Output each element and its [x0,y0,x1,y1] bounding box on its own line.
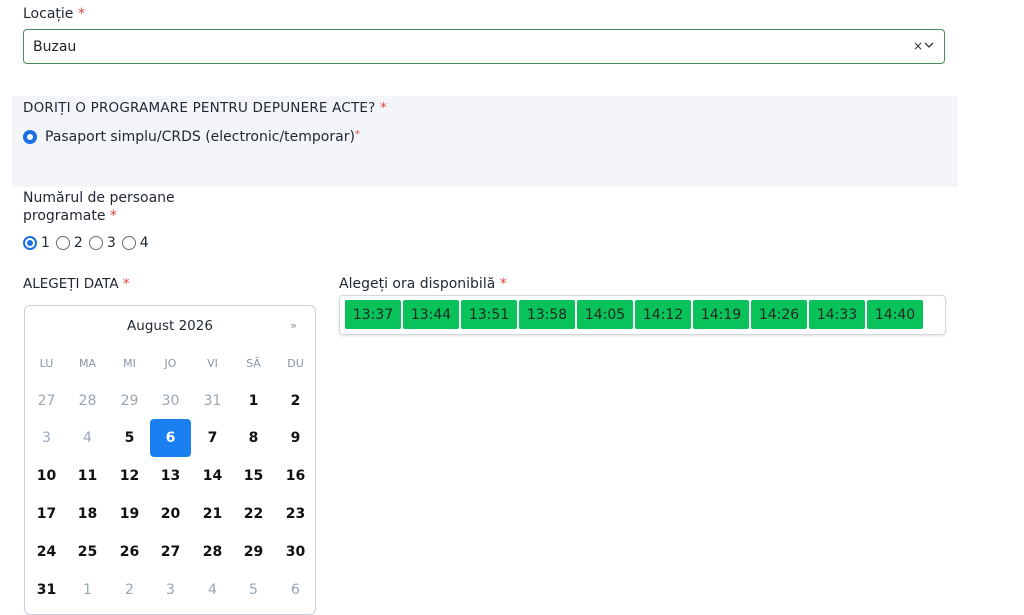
calendar-day[interactable]: 13 [150,457,191,495]
calendar-day[interactable]: 9 [275,419,316,457]
weekday-header: SĂ [246,356,261,370]
calendar-day: 3 [166,582,175,598]
time-slot-button[interactable]: 14:40 [867,300,923,329]
calendar-day[interactable]: 26 [109,533,150,571]
calendar-day[interactable]: 2 [275,382,316,420]
required-mark: * [380,100,387,116]
persons-option-label: 3 [106,235,116,251]
calendar-day: 5 [249,582,258,598]
calendar-day[interactable]: 24 [26,533,67,571]
persons-option-label: 2 [73,235,83,251]
calendar-day: 28 [78,393,97,409]
date-picker-calendar: August 2026 » LU MA MI JO VI SĂ DU 27 28 29 30 31 1 2… [24,305,316,615]
calendar-day[interactable]: 29 [233,533,274,571]
persons-radio-3[interactable] [88,236,103,250]
time-slot-button[interactable]: 14:19 [693,300,749,329]
appointment-type-question-text: DORIȚI O PROGRAMARE PENTRU DEPUNERE ACTE… [23,100,376,116]
time-slot-button[interactable]: 14:12 [635,300,691,329]
weekday-header: DU [287,356,304,370]
clear-icon[interactable]: × [913,39,923,53]
calendar-day: 3 [42,430,51,446]
required-mark: * [122,276,130,292]
calendar-day[interactable]: 11 [67,457,108,495]
calendar-day[interactable]: 28 [192,533,233,571]
calendar-day: 27 [37,393,56,409]
radio-selected-icon[interactable] [23,130,37,144]
calendar-day[interactable]: 21 [192,495,233,533]
weekday-header: MA [78,356,96,370]
required-mark: * [109,208,117,224]
date-label: ALEGEȚI DATA * [23,276,130,292]
calendar-day[interactable]: 18 [67,495,108,533]
time-slot-button[interactable]: 14:26 [751,300,807,329]
persons-radio-group: 1 2 3 4 [23,235,151,251]
calendar-day: 30 [161,393,180,409]
required-mark: * [354,129,360,140]
calendar-day: 1 [83,582,92,598]
calendar-day[interactable]: 10 [26,457,67,495]
calendar-day[interactable]: 17 [26,495,67,533]
calendar-day[interactable]: 22 [233,495,274,533]
persons-radio-1[interactable] [23,236,37,250]
appointment-type-question: DORIȚI O PROGRAMARE PENTRU DEPUNERE ACTE… [23,100,387,116]
time-slot-button[interactable]: 14:05 [577,300,633,329]
time-label: Alegeți ora disponibilă * [339,276,507,292]
calendar-day-selected[interactable]: 6 [150,419,191,457]
persons-option-label: 4 [139,235,149,251]
calendar-day[interactable]: 16 [275,457,316,495]
location-value: Buzau [33,39,77,55]
required-mark: * [499,276,507,292]
next-month-icon[interactable]: » [290,319,297,332]
location-select[interactable]: Buzau × [23,29,945,64]
persons-radio-2[interactable] [55,236,70,250]
calendar-day: 31 [203,393,222,409]
calendar-day: 6 [291,582,300,598]
calendar-day: 29 [120,393,139,409]
required-mark: * [77,6,85,22]
weekday-header: VI [207,356,218,370]
calendar-day[interactable]: 1 [233,382,274,420]
persons-label-line1: Numărul de persoane [23,190,175,206]
calendar-day[interactable]: 12 [109,457,150,495]
calendar-day[interactable]: 8 [233,419,274,457]
calendar-day[interactable]: 23 [275,495,316,533]
time-slot-button[interactable]: 14:33 [809,300,865,329]
time-label-text: Alegeți ora disponibilă [339,276,496,292]
weekday-header: LU [39,356,54,370]
calendar-day: 4 [208,582,217,598]
time-slot-button[interactable]: 13:58 [519,300,575,329]
calendar-day: 2 [125,582,134,598]
persons-label-line2: programate [23,208,106,224]
location-label-text: Locație [23,6,74,22]
calendar-day[interactable]: 15 [233,457,274,495]
calendar-day[interactable]: 14 [192,457,233,495]
calendar-day[interactable]: 5 [109,419,150,457]
persons-radio-4[interactable] [121,236,136,250]
persons-option-label: 1 [41,235,50,251]
passport-option[interactable]: Pasaport simplu/CRDS (electronic/tempora… [23,129,360,145]
time-slot-button[interactable]: 13:51 [461,300,517,329]
weekday-header: JO [164,356,177,370]
calendar-day[interactable]: 30 [275,533,316,571]
calendar-day[interactable]: 7 [192,419,233,457]
time-slot-button[interactable]: 13:37 [345,300,401,329]
calendar-day[interactable]: 31 [26,571,67,609]
calendar-day[interactable]: 20 [150,495,191,533]
date-label-text: ALEGEȚI DATA [23,276,119,292]
calendar-day[interactable]: 27 [150,533,191,571]
calendar-day: 4 [83,430,92,446]
weekday-header: MI [123,356,136,370]
calendar-day[interactable]: 19 [109,495,150,533]
time-slot-button[interactable]: 13:44 [403,300,459,329]
passport-option-label: Pasaport simplu/CRDS (electronic/tempora… [45,129,355,145]
calendar-month-title: August 2026 [127,318,213,334]
persons-label: Numărul de persoane programate * [23,189,183,225]
time-slots-container: 13:37 13:44 13:51 13:58 14:05 14:12 14:19 14:26… [339,295,946,335]
calendar-day[interactable]: 25 [67,533,108,571]
location-label: Locație * [23,6,85,22]
chevron-down-icon[interactable] [924,39,934,53]
